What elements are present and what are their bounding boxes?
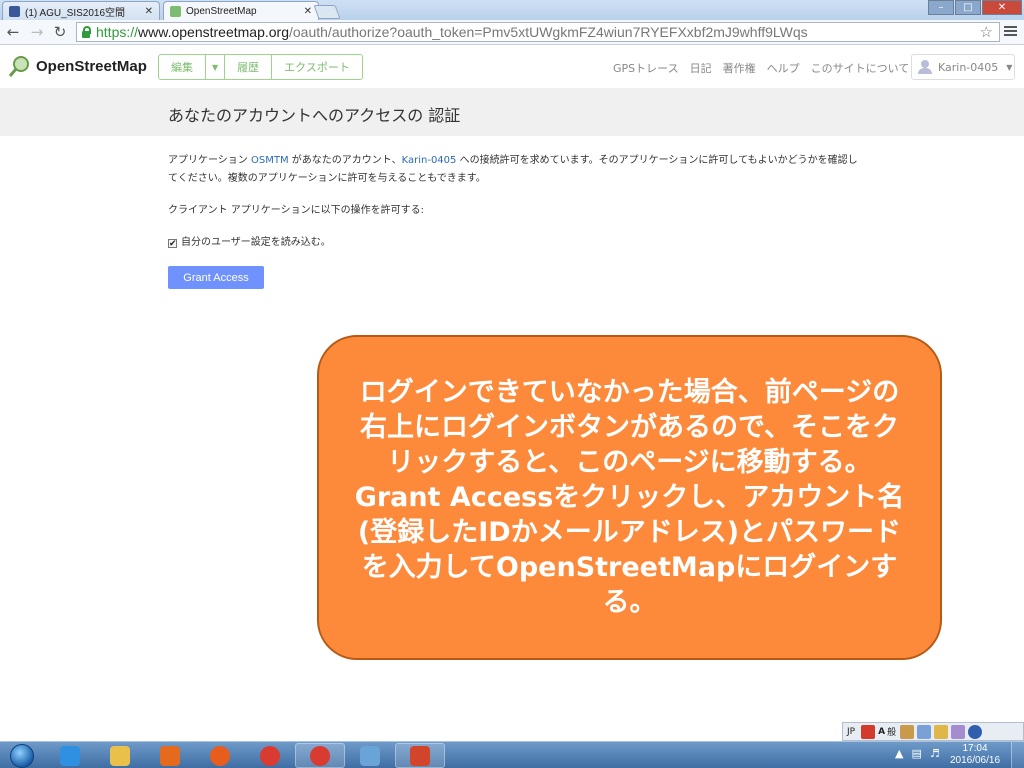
history-button[interactable]: 履歴	[225, 55, 273, 79]
taskbar-paint-button[interactable]	[345, 743, 395, 768]
export-button[interactable]: エクスポート	[272, 55, 362, 79]
osm-header: OpenStreetMap 編集 ▼ 履歴 エクスポート GPSトレース 日記 …	[0, 46, 1024, 88]
secondary-nav: GPSトレース 日記 著作権 ヘルプ このサイトについて	[613, 60, 920, 76]
osm-logo-icon	[9, 56, 29, 77]
lock-icon	[81, 26, 91, 38]
url-path: /oauth/authorize?oauth_token=Pmv5xtUWgkm…	[289, 24, 808, 40]
start-button[interactable]	[2, 742, 42, 768]
browser-tab-strip: (1) AGU_SIS2016空間 ✕ OpenStreetMap ✕ – □ …	[0, 0, 1024, 20]
permission-row: 自分のユーザー設定を読み込む。	[168, 234, 858, 253]
ime-mode[interactable]: A	[878, 727, 885, 737]
language-indicator[interactable]: JP	[847, 727, 855, 737]
tab-title: OpenStreetMap	[186, 5, 257, 17]
tab-openstreetmap[interactable]: OpenStreetMap ✕	[163, 1, 319, 20]
chrome-icon-2	[310, 745, 330, 766]
logo-text: OpenStreetMap	[36, 58, 147, 75]
nav-about[interactable]: このサイトについて	[811, 60, 910, 76]
ime-icon[interactable]	[861, 724, 876, 739]
osm-logo[interactable]: OpenStreetMap	[9, 56, 147, 77]
avatar-icon	[918, 60, 932, 74]
clock-date: 2016/06/16	[949, 755, 1001, 766]
network-icon[interactable]: ▤	[911, 747, 921, 760]
clock-time: 17:04	[962, 743, 988, 754]
page-title: あなたのアカウントへのアクセスの 認証	[168, 106, 461, 125]
tab-close-icon[interactable]: ✕	[145, 6, 153, 17]
forward-arrow-icon[interactable]: →	[28, 23, 46, 41]
request-description: アプリケーション OSMTM があなたのアカウント、Karin-0405 への接…	[168, 152, 858, 188]
title-band: あなたのアカウントへのアクセスの 認証	[0, 88, 1024, 136]
nav-diaries[interactable]: 日記	[690, 60, 712, 76]
windows-icon	[10, 743, 34, 768]
browser-menu-icon[interactable]	[1003, 24, 1019, 40]
paint-icon	[360, 745, 380, 766]
url-host: www.openstreetmap.org	[138, 24, 289, 40]
grant-access-button[interactable]: Grant Access	[168, 266, 264, 289]
reload-icon[interactable]: ↻	[51, 23, 69, 41]
desc-part-1: アプリケーション	[168, 155, 248, 166]
authorize-content: アプリケーション OSMTM があなたのアカウント、Karin-0405 への接…	[168, 152, 858, 253]
tab-title: (1) AGU_SIS2016空間	[25, 7, 126, 19]
show-desktop-button[interactable]	[1011, 742, 1024, 768]
chrome-icon	[260, 745, 280, 766]
permission-heading: クライアント アプリケーションに以下の操作を許可する:	[168, 205, 424, 216]
maximize-button[interactable]: □	[955, 0, 981, 15]
nav-copyright[interactable]: 著作権	[723, 60, 756, 76]
firefox-icon	[210, 745, 230, 766]
taskbar-media-player-button[interactable]	[145, 743, 195, 768]
show-hidden-icons-icon[interactable]: ▲	[895, 747, 903, 760]
user-menu[interactable]: Karin-0405 ▼	[911, 54, 1015, 80]
edit-button[interactable]: 編集	[159, 55, 206, 79]
url-scheme: https://	[96, 24, 139, 40]
minimize-button[interactable]: –	[928, 0, 954, 15]
permission-label: 自分のユーザー設定を読み込む。	[181, 237, 331, 248]
tab-close-icon[interactable]: ✕	[304, 6, 312, 17]
username: Karin-0405	[938, 60, 999, 74]
account-link[interactable]: Karin-0405	[402, 155, 457, 166]
ime-tool-icon[interactable]	[900, 724, 915, 739]
new-tab-button[interactable]	[313, 5, 341, 19]
nav-gps-traces[interactable]: GPSトレース	[613, 60, 679, 76]
ime-dict-icon[interactable]	[934, 724, 949, 739]
taskbar-chrome-button[interactable]	[245, 743, 295, 768]
system-tray: ▲ ▤ ♬	[895, 747, 948, 760]
clock[interactable]: 17:04 2016/06/16	[945, 743, 1005, 767]
taskbar-firefox-button[interactable]	[195, 743, 245, 768]
taskbar-powerpoint-button[interactable]	[395, 743, 445, 768]
help-icon[interactable]	[968, 724, 983, 739]
ime-pad-icon[interactable]	[917, 724, 932, 739]
desc-part-2: があなたのアカウント、	[291, 155, 402, 166]
media-player-icon	[160, 745, 180, 766]
chevron-down-icon: ▼	[1006, 62, 1013, 72]
facebook-icon	[9, 5, 20, 17]
address-bar[interactable]: https://www.openstreetmap.org/oauth/auth…	[76, 22, 1000, 42]
nav-help[interactable]: ヘルプ	[767, 60, 800, 76]
language-bar: JP A 般	[842, 722, 1024, 741]
taskbar-file-explorer-button[interactable]	[95, 743, 145, 768]
internet-explorer-icon	[60, 745, 80, 766]
file-explorer-icon	[110, 745, 130, 766]
ime-label[interactable]: 般	[887, 725, 896, 738]
back-arrow-icon[interactable]: ←	[4, 23, 22, 41]
bookmark-star-icon[interactable]: ☆	[980, 23, 993, 41]
browser-toolbar: ← → ↻ https://www.openstreetmap.org/oaut…	[0, 20, 1024, 45]
powerpoint-icon	[410, 745, 430, 766]
app-link[interactable]: OSMTM	[251, 155, 289, 166]
edit-button-group: 編集 ▼ 履歴 エクスポート	[158, 54, 363, 80]
tab-facebook[interactable]: (1) AGU_SIS2016空間 ✕	[2, 1, 160, 20]
taskbar: ▲ ▤ ♬ 17:04 2016/06/16	[0, 741, 1024, 768]
volume-icon[interactable]: ♬	[930, 747, 940, 760]
taskbar-internet-explorer-button[interactable]	[45, 743, 95, 768]
osm-icon	[170, 5, 181, 17]
instruction-callout: ログインできていなかった場合、前ページの右上にログインボタンがあるので、そこをク…	[317, 335, 942, 660]
ime-prop-icon[interactable]	[951, 724, 966, 739]
close-window-button[interactable]: ✕	[982, 0, 1022, 15]
read-prefs-checkbox[interactable]	[168, 235, 177, 253]
edit-dropdown-caret-icon[interactable]: ▼	[206, 55, 226, 79]
callout-text: ログインできていなかった場合、前ページの右上にログインボタンがあるので、そこをク…	[354, 377, 905, 618]
taskbar-chrome-button[interactable]	[295, 743, 345, 768]
